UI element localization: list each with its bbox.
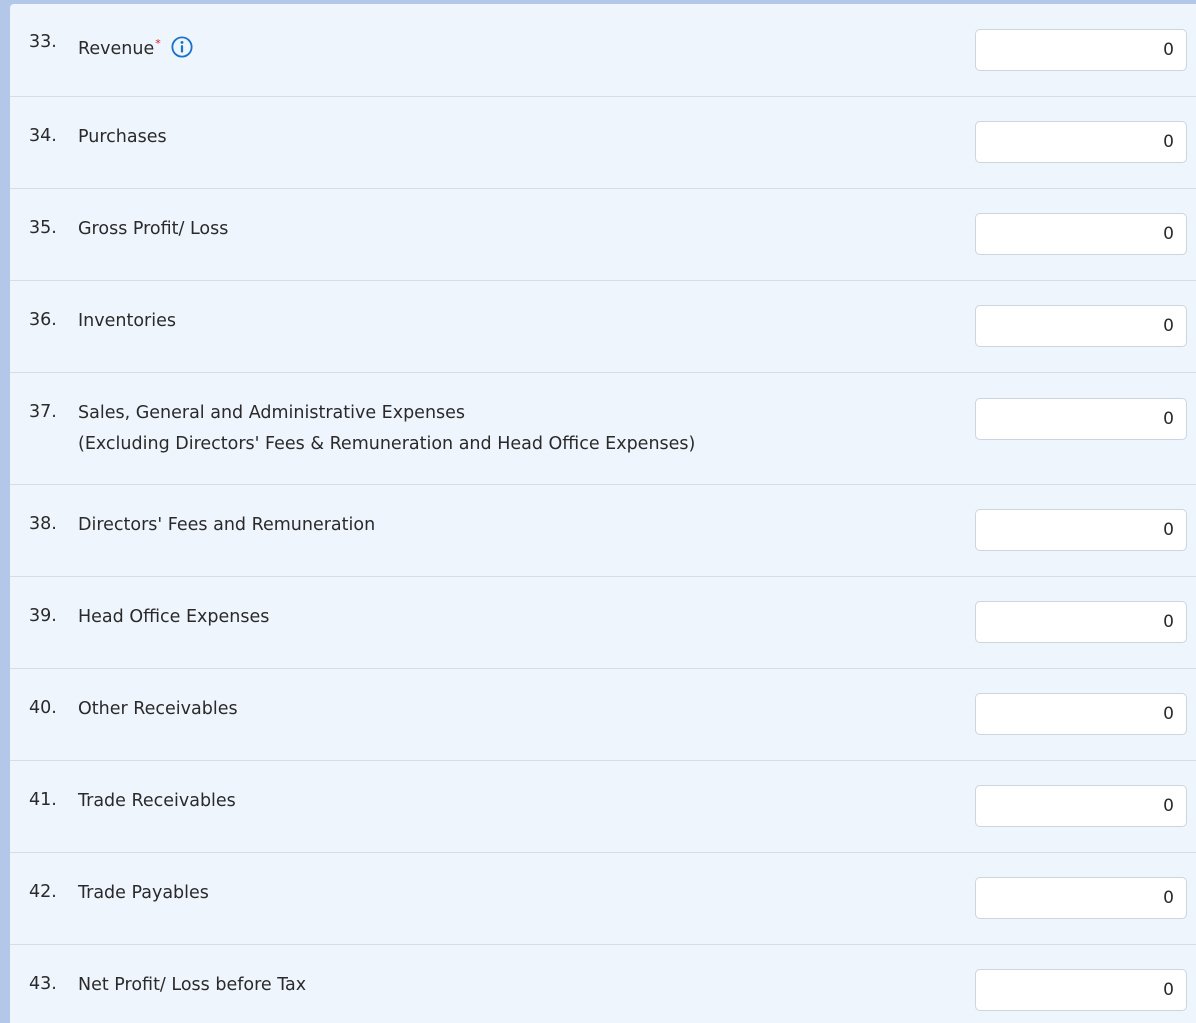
- form-row-gross-profit-loss: 35. Gross Profit/ Loss: [10, 189, 1196, 281]
- form-row-purchases: 34. Purchases: [10, 97, 1196, 189]
- gross-profit-loss-input[interactable]: [975, 213, 1187, 255]
- row-label: Trade Payables: [78, 883, 209, 903]
- row-label: Inventories: [78, 311, 176, 331]
- trade-receivables-input[interactable]: [975, 785, 1187, 827]
- page-frame: 33. Revenue* 34. Purchases 35. Gross Pro…: [0, 0, 1196, 1023]
- form-row-trade-receivables: 41. Trade Receivables: [10, 761, 1196, 853]
- required-marker: *: [155, 37, 161, 50]
- sga-expenses-input[interactable]: [975, 398, 1187, 440]
- head-office-expenses-input[interactable]: [975, 601, 1187, 643]
- row-number: 36.: [29, 310, 57, 330]
- row-label: Sales, General and Administrative Expens…: [78, 403, 466, 423]
- row-number: 43.: [29, 974, 57, 994]
- row-number: 39.: [29, 606, 57, 626]
- row-label: Gross Profit/ Loss: [78, 219, 229, 239]
- directors-fees-input[interactable]: [975, 509, 1187, 551]
- form-row-inventories: 36. Inventories: [10, 281, 1196, 373]
- row-label: Revenue*: [78, 28, 193, 65]
- row-number: 42.: [29, 882, 57, 902]
- other-receivables-input[interactable]: [975, 693, 1187, 735]
- row-label: Net Profit/ Loss before Tax: [78, 975, 307, 995]
- row-label: Trade Receivables: [78, 791, 236, 811]
- row-label: Directors' Fees and Remuneration: [78, 515, 376, 535]
- form-row-net-profit-before-tax: 43. Net Profit/ Loss before Tax: [10, 945, 1196, 1023]
- inventories-input[interactable]: [975, 305, 1187, 347]
- form-row-other-receivables: 40. Other Receivables: [10, 669, 1196, 761]
- net-profit-before-tax-input[interactable]: [975, 969, 1187, 1011]
- purchases-input[interactable]: [975, 121, 1187, 163]
- revenue-label-text: Revenue: [78, 39, 155, 59]
- trade-payables-input[interactable]: [975, 877, 1187, 919]
- row-number: 33.: [29, 32, 57, 52]
- row-label: Other Receivables: [78, 699, 238, 719]
- row-number: 34.: [29, 126, 57, 146]
- revenue-input[interactable]: [975, 29, 1187, 71]
- form-row-head-office-expenses: 39. Head Office Expenses: [10, 577, 1196, 669]
- info-icon[interactable]: [171, 36, 193, 58]
- row-number: 35.: [29, 218, 57, 238]
- form-row-trade-payables: 42. Trade Payables: [10, 853, 1196, 945]
- form-row-directors-fees: 38. Directors' Fees and Remuneration: [10, 485, 1196, 577]
- form-row-sga-expenses: 37. Sales, General and Administrative Ex…: [10, 373, 1196, 485]
- row-number: 38.: [29, 514, 57, 534]
- row-sublabel: (Excluding Directors' Fees & Remuneratio…: [78, 434, 696, 454]
- row-number: 40.: [29, 698, 57, 718]
- form-row-revenue: 33. Revenue*: [10, 4, 1196, 97]
- row-number: 41.: [29, 790, 57, 810]
- row-label: Head Office Expenses: [78, 607, 270, 627]
- financial-form-panel: 33. Revenue* 34. Purchases 35. Gross Pro…: [10, 4, 1196, 1023]
- row-label: Purchases: [78, 127, 167, 147]
- row-number: 37.: [29, 402, 57, 422]
